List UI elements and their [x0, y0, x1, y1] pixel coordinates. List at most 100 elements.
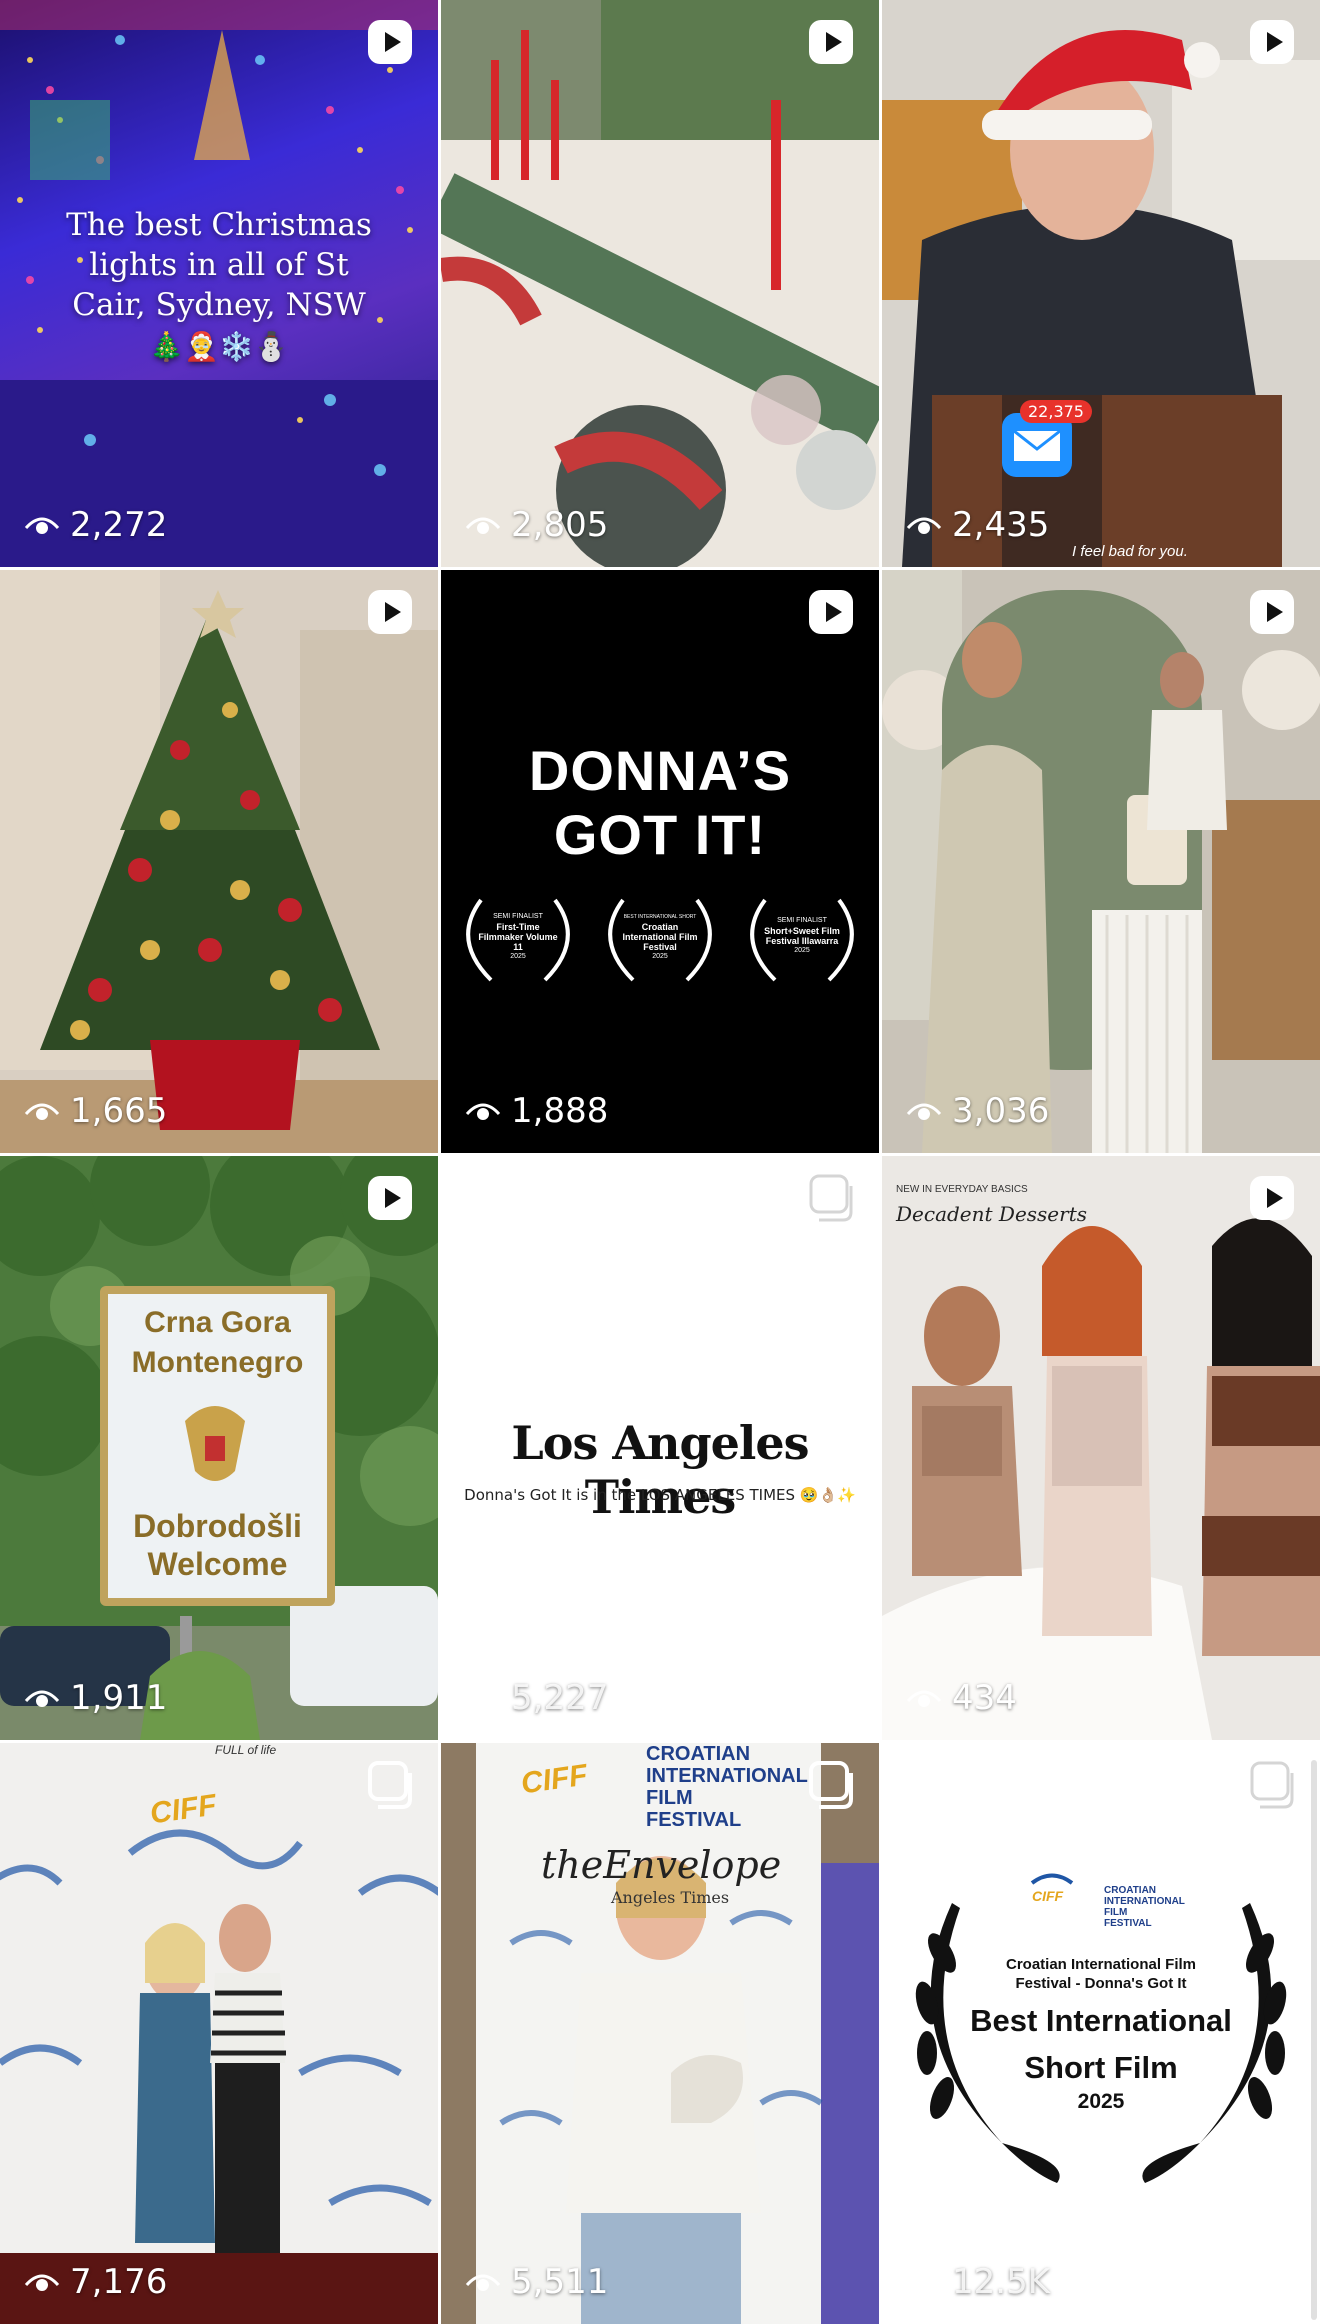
headline-line-2: GOT IT! — [553, 803, 767, 866]
masthead-subline: Donna's Got It is in the LOS ANGELES TIM… — [464, 1486, 856, 1504]
models-scene — [882, 1218, 1320, 1740]
laurel-row: SEMI FINALIST First-Time Filmmaker Volum… — [451, 890, 869, 990]
award-logo: CIFF — [1032, 1888, 1064, 1904]
view-count: 12.5K — [906, 2262, 1050, 2302]
reel-icon — [1250, 20, 1294, 64]
laurel-line: SEMI FINALIST — [777, 917, 827, 924]
view-count-value: 7,176 — [70, 2262, 168, 2302]
view-count-value: 1,911 — [70, 1678, 168, 1718]
banner-line: FILM — [646, 1787, 693, 1809]
view-count: 2,805 — [465, 505, 608, 545]
christmas-table-scene — [441, 0, 879, 567]
grid-tile-11[interactable]: CIFF CROATIAN INTERNATIONAL FILM FESTIVA… — [441, 1743, 879, 2324]
eye-icon — [465, 517, 501, 534]
grid-tile-8[interactable]: Los Angeles Times Donna's Got It is in t… — [441, 1156, 879, 1740]
grid-tile-5[interactable]: DONNA’S GOT IT! SEMI FINALIST First-Time… — [441, 570, 879, 1153]
eye-icon — [465, 1690, 501, 1707]
view-count: 5,227 — [465, 1678, 608, 1718]
view-count: 3,036 — [906, 1091, 1049, 1131]
carousel-icon — [809, 1761, 853, 1809]
award-year: 2025 — [1077, 2090, 1125, 2113]
reel-icon — [368, 20, 412, 64]
overlay-emoji: 🎄🤶❄️⛄ — [149, 330, 289, 363]
grid-tile-10[interactable]: FULL of life CIFF 7,176 — [0, 1743, 438, 2324]
logo-line: FILM — [1104, 1907, 1128, 1918]
award-subtitle: Croatian International Film Festival - D… — [951, 1955, 1251, 1993]
sign-line-1: Crna Gora — [144, 1306, 291, 1339]
grid-tile-2[interactable]: 2,805 — [441, 0, 879, 567]
view-count-value: 2,805 — [511, 505, 609, 545]
coat-of-arms-icon — [185, 1406, 245, 1481]
laurel-award-2: BEST INTERNATIONAL SHORT Croatian Intern… — [593, 890, 727, 990]
sign-line-3: Dobrodošli — [133, 1508, 302, 1544]
carousel-icon — [368, 1761, 412, 1809]
laurel-line: SEMI FINALIST — [493, 913, 543, 920]
view-count: 2,272 — [24, 505, 167, 545]
grid-tile-4[interactable]: 1,665 — [0, 570, 438, 1153]
christmas-tree-scene — [0, 570, 438, 1153]
scrollbar[interactable] — [1311, 1760, 1317, 2320]
view-count: 2,435 — [906, 505, 1049, 545]
view-count: 7,176 — [24, 2262, 167, 2302]
banner-festival: CROATIAN INTERNATIONAL FILM FESTIVAL — [646, 1743, 808, 1831]
view-count: 1,888 — [465, 1091, 608, 1131]
eye-icon — [24, 1103, 60, 1120]
award-title-line: Short Film — [1024, 2050, 1178, 2085]
overlay-caption: The best Christmas lights in all of St C… — [66, 207, 372, 323]
award-title: Best International Short Film — [951, 1997, 1251, 2091]
laurel-line: 2025 — [510, 953, 526, 960]
award-logo-festival: CROATIAN INTERNATIONAL FILM FESTIVAL — [1104, 1885, 1185, 1929]
person-santa-hat-scene — [882, 30, 1320, 567]
laurel-line: 2025 — [794, 947, 810, 954]
grid-tile-12[interactable]: CIFF CROATIAN INTERNATIONAL FILM FESTIVA… — [882, 1743, 1320, 2324]
laurel-line: Croatian — [641, 922, 679, 932]
banner-line: FESTIVAL — [646, 1809, 742, 1831]
envelope-title: theEnvelope — [541, 1843, 782, 1887]
award-title-line: Best International — [970, 2003, 1232, 2038]
award-sub-line: Croatian International Film — [1005, 1956, 1197, 1973]
grid-tile-1[interactable]: The best Christmas lights in all of St C… — [0, 0, 438, 567]
carousel-icon — [809, 1174, 853, 1222]
eye-icon — [24, 2274, 60, 2291]
envelope-sub: Angeles Times — [611, 1888, 730, 1907]
laurel-line: Filmmaker Volume — [478, 932, 558, 942]
reel-icon — [809, 590, 853, 634]
eye-icon — [906, 517, 942, 534]
view-count-value: 2,435 — [952, 505, 1050, 545]
red-carpet-scene — [0, 1829, 438, 2324]
laurel-line: First-Time — [496, 922, 540, 932]
family-cake-scene — [882, 570, 1320, 1153]
reel-icon — [1250, 1176, 1294, 1220]
logo-line: FESTIVAL — [1104, 1918, 1152, 1929]
view-count-value: 12.5K — [952, 2262, 1050, 2302]
grid-tile-9[interactable]: NEW IN EVERYDAY BASICS Decadent Desserts… — [882, 1156, 1320, 1740]
eye-icon — [24, 517, 60, 534]
view-count-value: 2,272 — [70, 505, 168, 545]
view-count-value: 5,511 — [511, 2262, 609, 2302]
grid-tile-3[interactable]: 22,375 I feel bad for you. 2,435 — [882, 0, 1320, 567]
laurel-line: 2025 — [652, 953, 668, 960]
eye-icon — [906, 2274, 942, 2291]
reel-icon — [368, 590, 412, 634]
view-count-value: 5,227 — [511, 1678, 609, 1718]
eye-icon — [906, 1103, 942, 1120]
eye-icon — [465, 1103, 501, 1120]
notification-count: 22,375 — [1020, 400, 1092, 423]
eye-icon — [24, 1690, 60, 1707]
grid-tile-7[interactable]: Crna Gora Montenegro Dobrodošli Welcome … — [0, 1156, 438, 1740]
reel-icon — [368, 1176, 412, 1220]
laurel-line: Festival — [643, 942, 677, 952]
carousel-icon — [1250, 1761, 1294, 1809]
view-count: 434 — [906, 1678, 1017, 1718]
laurel-award-3: SEMI FINALIST Short+Sweet Film Festival … — [735, 890, 869, 990]
grid-tile-6[interactable]: 3,036 — [882, 570, 1320, 1153]
banner-line: CROATIAN — [646, 1743, 751, 1765]
masthead: Los Angeles Times — [511, 1416, 809, 1524]
laurel-line: Short+Sweet Film — [764, 926, 840, 936]
view-count-value: 1,888 — [511, 1091, 609, 1131]
laurel-award-1: SEMI FINALIST First-Time Filmmaker Volum… — [451, 890, 585, 990]
eye-icon — [906, 1690, 942, 1707]
award-sub-line: Festival - Donna's Got It — [1015, 1975, 1187, 1992]
reel-icon — [809, 20, 853, 64]
laurel-line: 11 — [513, 942, 523, 952]
